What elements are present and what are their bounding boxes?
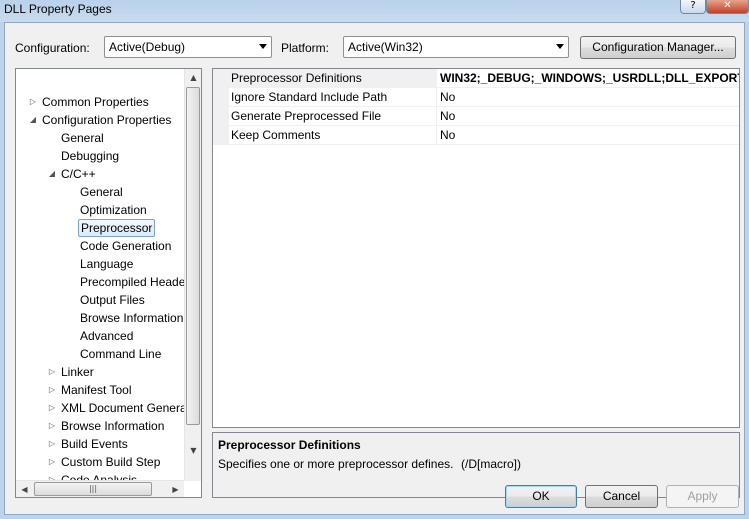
property-name[interactable]: Ignore Standard Include Path	[229, 88, 437, 107]
row-gutter	[213, 69, 229, 88]
tree-item[interactable]: Optimization	[78, 201, 149, 219]
property-row[interactable]: Preprocessor Definitions WIN32;_DEBUG;_WI…	[213, 69, 739, 88]
configuration-value: Active(Debug)	[109, 40, 186, 54]
title-bar[interactable]: DLL Property Pages ? ✕	[0, 0, 749, 22]
expand-arrow-icon[interactable]: ▷	[47, 453, 57, 471]
tree-item[interactable]: C/C++	[59, 165, 98, 183]
close-button[interactable]: ✕	[706, 0, 749, 14]
property-value[interactable]: No	[437, 107, 739, 126]
tree-item[interactable]: Build Events	[59, 435, 130, 453]
property-pages-window: DLL Property Pages ? ✕ Configuration: Ac…	[0, 0, 749, 519]
tree-item[interactable]: Manifest Tool	[59, 381, 133, 399]
category-tree[interactable]: ▷ Common Properties ◢ Configuration Propert…	[15, 68, 202, 498]
property-row[interactable]: Generate Preprocessed File No	[213, 107, 739, 126]
row-gutter	[213, 126, 229, 145]
platform-label: Platform:	[281, 41, 330, 55]
tree-item[interactable]: Common Properties	[40, 93, 151, 111]
tree-item[interactable]: XML Document Genera	[59, 399, 189, 417]
row-gutter	[213, 88, 229, 107]
tree-item[interactable]: Preprocessor	[78, 219, 156, 237]
expand-arrow-icon[interactable]: ▷	[47, 381, 57, 399]
tree-item[interactable]: Browse Information	[78, 309, 185, 327]
collapse-arrow-icon[interactable]: ◢	[47, 165, 57, 183]
ok-button[interactable]: OK	[505, 485, 577, 508]
scroll-right-icon[interactable]: ▶	[167, 481, 184, 497]
expand-arrow-icon[interactable]: ▷	[47, 435, 57, 453]
tree-item[interactable]: Command Line	[78, 345, 163, 363]
cancel-button[interactable]: Cancel	[585, 485, 658, 508]
expand-arrow-icon[interactable]: ▷	[28, 93, 38, 111]
property-row[interactable]: Ignore Standard Include Path No	[213, 88, 739, 107]
property-value[interactable]: No	[437, 88, 739, 107]
description-switch: (/D[macro])	[461, 457, 521, 471]
property-grid[interactable]: Preprocessor Definitions WIN32;_DEBUG;_WI…	[212, 68, 740, 428]
chevron-down-icon	[259, 44, 267, 49]
scroll-down-icon[interactable]: ▼	[185, 442, 201, 459]
platform-value: Active(Win32)	[348, 40, 423, 54]
scroll-thumb[interactable]	[186, 87, 200, 425]
scroll-left-icon[interactable]: ◀	[16, 481, 33, 497]
tree-item[interactable]: General	[59, 129, 106, 147]
configuration-dropdown[interactable]: Active(Debug)	[104, 36, 272, 58]
tree-vertical-scrollbar[interactable]: ▲ ▼	[184, 69, 201, 481]
property-row[interactable]: Keep Comments No	[213, 126, 739, 145]
scroll-thumb-horizontal[interactable]: |||	[34, 482, 152, 496]
scroll-up-icon[interactable]: ▲	[185, 69, 201, 86]
tree-item[interactable]: Linker	[59, 363, 96, 381]
tree-item[interactable]: Output Files	[78, 291, 147, 309]
expand-arrow-icon[interactable]: ▷	[47, 417, 57, 435]
property-name[interactable]: Keep Comments	[229, 126, 437, 145]
tree-horizontal-scrollbar[interactable]: ◀ ||| ▶	[16, 480, 184, 497]
dialog-client-area: Configuration: Active(Debug) Platform: A…	[4, 22, 745, 515]
property-value[interactable]: No	[437, 126, 739, 145]
platform-dropdown[interactable]: Active(Win32)	[343, 36, 569, 58]
expand-arrow-icon[interactable]: ▷	[47, 399, 57, 417]
tree-item[interactable]: Language	[78, 255, 135, 273]
help-button[interactable]: ?	[680, 0, 706, 14]
tree-item[interactable]: Code Generation	[78, 237, 173, 255]
tree-item[interactable]: Configuration Properties	[40, 111, 173, 129]
window-title: DLL Property Pages	[4, 2, 112, 16]
tree-item[interactable]: Precompiled Heade	[78, 273, 187, 291]
configuration-manager-button[interactable]: Configuration Manager...	[580, 36, 736, 59]
row-gutter	[213, 107, 229, 126]
configuration-label: Configuration:	[15, 41, 90, 55]
property-value[interactable]: WIN32;_DEBUG;_WINDOWS;_USRDLL;DLL_EXPORT…	[437, 69, 739, 88]
description-text: Specifies one or more preprocessor defin…	[218, 457, 454, 471]
collapse-arrow-icon[interactable]: ◢	[28, 111, 38, 129]
apply-button[interactable]: Apply	[666, 485, 739, 508]
chevron-down-icon	[556, 44, 564, 49]
tree-item[interactable]: Debugging	[59, 147, 121, 165]
description-panel: Preprocessor Definitions Specifies one o…	[212, 432, 740, 498]
expand-arrow-icon[interactable]: ▷	[47, 363, 57, 381]
description-title: Preprocessor Definitions	[218, 438, 361, 452]
tree-item[interactable]: Advanced	[78, 327, 135, 345]
property-name[interactable]: Preprocessor Definitions	[229, 69, 437, 88]
tree-item[interactable]: General	[78, 183, 125, 201]
property-name[interactable]: Generate Preprocessed File	[229, 107, 437, 126]
tree-item[interactable]: Custom Build Step	[59, 453, 162, 471]
tree-item[interactable]: Browse Information	[59, 417, 166, 435]
